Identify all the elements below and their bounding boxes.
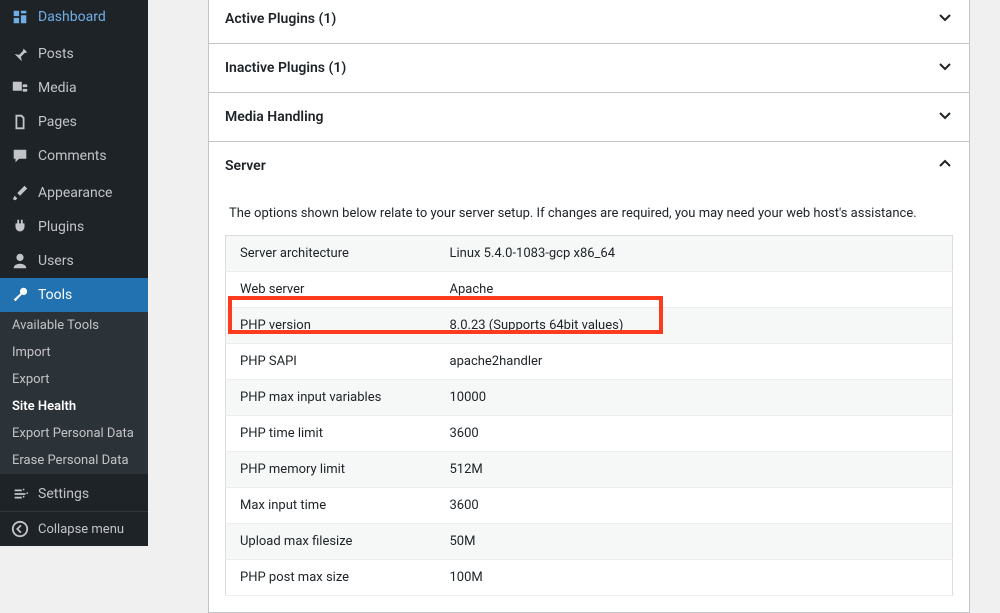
panel-title: Server [225,158,266,174]
table-cell-value: 512M [436,452,953,488]
sidebar-item-settings[interactable]: Settings [0,477,148,511]
sidebar-item-posts[interactable]: Posts [0,37,148,71]
collapse-menu-button[interactable]: Collapse menu [0,511,148,546]
collapse-label: Collapse menu [38,522,124,537]
table-row: PHP max input variables10000 [226,380,953,416]
comments-icon [10,147,30,165]
panel-server: Server The options shown below relate to… [208,142,970,613]
chevron-up-icon [937,156,953,176]
table-cell-key: PHP time limit [226,416,436,452]
media-icon [10,79,30,97]
table-cell-value: 100M [436,560,953,596]
dashboard-icon [10,8,30,26]
main-content: Active Plugins (1) Inactive Plugins (1) … [148,0,1000,546]
table-row: Max input time3600 [226,488,953,524]
sidebar-item-label: Settings [38,486,89,502]
table-cell-value: Apache [436,272,953,308]
table-row: PHP time limit3600 [226,416,953,452]
table-cell-key: PHP version [226,308,436,344]
table-row: PHP post max size100M [226,560,953,596]
sidebar-item-pages[interactable]: Pages [0,105,148,139]
panel-header-inactive-plugins[interactable]: Inactive Plugins (1) [209,44,969,92]
panel-body-server: The options shown below relate to your s… [209,190,969,612]
sidebar-item-media[interactable]: Media [0,71,148,105]
server-note: The options shown below relate to your s… [225,206,953,221]
table-cell-key: Server architecture [226,236,436,272]
user-icon [10,252,30,270]
sidebar-item-label: Dashboard [38,9,106,25]
admin-sidebar: Dashboard Posts Media Pages Comments App… [0,0,148,546]
chevron-down-icon [937,107,953,127]
sidebar-item-comments[interactable]: Comments [0,139,148,173]
panel-media-handling: Media Handling [208,93,970,142]
sidebar-item-label: Pages [38,114,77,130]
sidebar-item-label: Appearance [38,185,112,201]
sidebar-item-dashboard[interactable]: Dashboard [0,0,148,34]
tools-submenu: Available Tools Import Export Site Healt… [0,312,148,474]
table-cell-value: 8.0.23 (Supports 64bit values) [436,308,953,344]
table-cell-value: 10000 [436,380,953,416]
submenu-site-health[interactable]: Site Health [0,393,148,420]
server-info-table: Server architectureLinux 5.4.0-1083-gcp … [225,235,953,596]
panel-title: Active Plugins (1) [225,11,336,27]
table-cell-key: PHP SAPI [226,344,436,380]
sidebar-item-label: Media [38,80,77,96]
collapse-icon [10,520,30,538]
settings-icon [10,485,30,503]
table-cell-key: PHP post max size [226,560,436,596]
table-cell-key: PHP max input variables [226,380,436,416]
panel-header-media-handling[interactable]: Media Handling [209,93,969,141]
table-row: Upload max filesize50M [226,524,953,560]
sidebar-item-label: Comments [38,148,107,164]
panel-inactive-plugins: Inactive Plugins (1) [208,44,970,93]
submenu-available-tools[interactable]: Available Tools [0,312,148,339]
chevron-down-icon [937,9,953,29]
sidebar-item-users[interactable]: Users [0,244,148,278]
wrench-icon [10,286,30,304]
sidebar-item-tools[interactable]: Tools [0,278,148,312]
table-cell-key: Web server [226,272,436,308]
sidebar-item-label: Tools [38,287,72,303]
sidebar-item-plugins[interactable]: Plugins [0,210,148,244]
panel-header-server[interactable]: Server [209,142,969,190]
panel-header-active-plugins[interactable]: Active Plugins (1) [209,0,969,43]
submenu-import[interactable]: Import [0,339,148,366]
plugin-icon [10,218,30,236]
sidebar-item-label: Users [38,253,74,269]
table-row: Server architectureLinux 5.4.0-1083-gcp … [226,236,953,272]
pin-icon [10,45,30,63]
panel-active-plugins: Active Plugins (1) [208,0,970,44]
table-cell-key: Max input time [226,488,436,524]
panel-title: Inactive Plugins (1) [225,60,346,76]
table-cell-value: 50M [436,524,953,560]
chevron-down-icon [937,58,953,78]
sidebar-item-label: Posts [38,46,74,62]
table-cell-key: PHP memory limit [226,452,436,488]
panel-title: Media Handling [225,109,324,125]
submenu-export-personal-data[interactable]: Export Personal Data [0,420,148,447]
table-cell-value: apache2handler [436,344,953,380]
table-row: PHP version8.0.23 (Supports 64bit values… [226,308,953,344]
table-cell-value: Linux 5.4.0-1083-gcp x86_64 [436,236,953,272]
sidebar-item-label: Plugins [38,219,84,235]
table-cell-value: 3600 [436,416,953,452]
table-row: PHP memory limit512M [226,452,953,488]
sidebar-item-appearance[interactable]: Appearance [0,176,148,210]
table-row: Web serverApache [226,272,953,308]
submenu-erase-personal-data[interactable]: Erase Personal Data [0,447,148,474]
brush-icon [10,184,30,202]
submenu-export[interactable]: Export [0,366,148,393]
pages-icon [10,113,30,131]
table-cell-key: Upload max filesize [226,524,436,560]
table-row: PHP SAPIapache2handler [226,344,953,380]
table-cell-value: 3600 [436,488,953,524]
